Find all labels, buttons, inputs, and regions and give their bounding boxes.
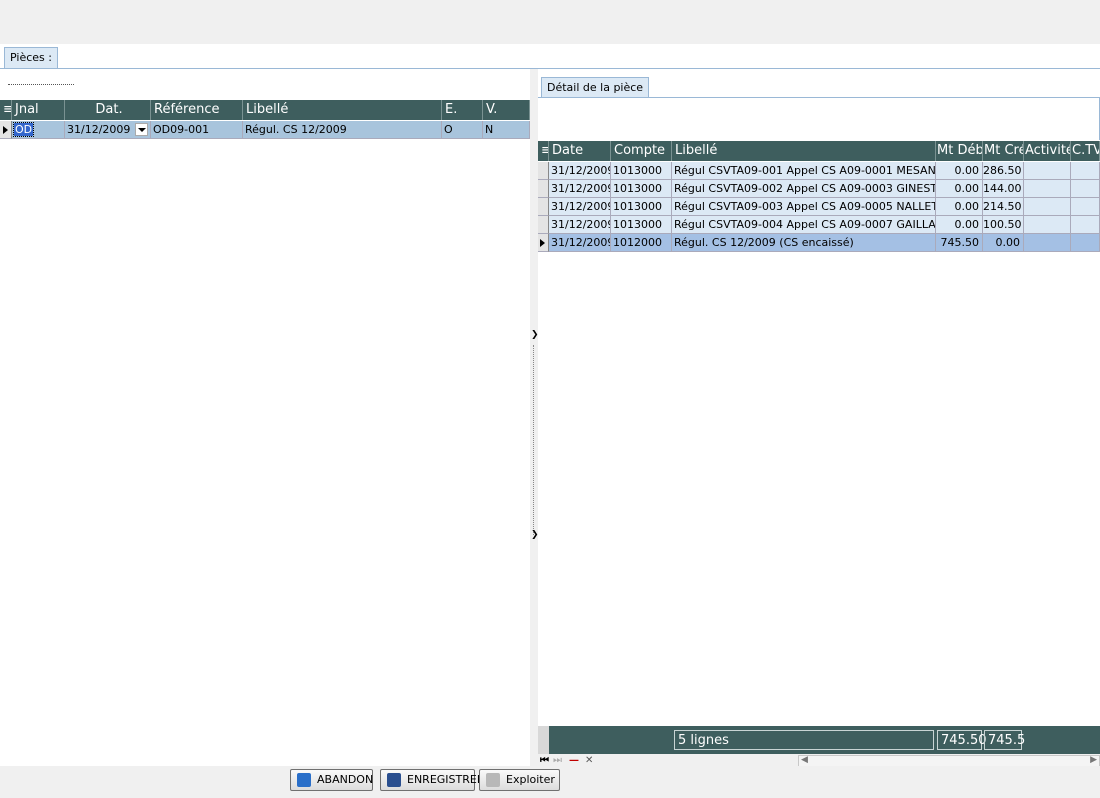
abandon-button[interactable]: ABANDON	[290, 769, 373, 791]
cell-credit[interactable]: 144.00	[983, 180, 1024, 198]
cell-debit[interactable]: 0.00	[936, 162, 983, 180]
cell-compte[interactable]: 1013000	[611, 162, 672, 180]
total-credit: 745.5	[984, 730, 1025, 750]
cell-v[interactable]: N	[483, 121, 530, 139]
column-chooser-icon[interactable]: ≡	[0, 100, 12, 120]
detail-grid-header: ≡ Date Compte Libellé Mt Déb Mt Cré Acti…	[538, 141, 1100, 161]
top-toolbar-area	[0, 0, 1100, 44]
cell-credit[interactable]: 286.50	[983, 162, 1024, 180]
cell-compte[interactable]: 1012000	[611, 234, 672, 252]
row-indicator	[538, 180, 549, 198]
cell-debit[interactable]: 0.00	[936, 216, 983, 234]
cell-libelle[interactable]: Régul. CS 12/2009	[243, 121, 442, 139]
pieces-panel	[0, 69, 530, 766]
cell-ctv[interactable]	[1071, 234, 1100, 252]
cell-date[interactable]: 31/12/2009	[65, 121, 151, 139]
column-header-ctv[interactable]: C.TV	[1071, 141, 1100, 161]
row-indicator	[0, 121, 12, 139]
splitter-grip[interactable]	[533, 345, 535, 535]
cell-date[interactable]: 31/12/2009	[549, 162, 611, 180]
cell-ctv[interactable]	[1071, 180, 1100, 198]
table-row-selected[interactable]: 31/12/2009 1012000 Régul. CS 12/2009 (CS…	[538, 234, 1100, 252]
column-header-e[interactable]: E.	[442, 100, 483, 120]
cell-ctv[interactable]	[1071, 162, 1100, 180]
cell-compte[interactable]: 1013000	[611, 216, 672, 234]
separator	[8, 84, 74, 85]
column-header-mt-deb[interactable]: Mt Déb	[936, 141, 983, 161]
save-button[interactable]: ENREGISTRER	[380, 769, 484, 791]
cell-activite[interactable]	[1024, 198, 1071, 216]
row-indicator	[538, 234, 549, 252]
cell-activite[interactable]	[1024, 180, 1071, 198]
scroll-right-icon[interactable]: ▶	[1090, 755, 1097, 765]
cell-ctv[interactable]	[1071, 216, 1100, 234]
cell-credit[interactable]: 0.00	[983, 234, 1024, 252]
tab-strip	[0, 44, 1100, 69]
row-count: 5 lignes	[674, 730, 934, 750]
cell-credit[interactable]: 214.50	[983, 198, 1024, 216]
row-indicator	[538, 216, 549, 234]
table-row[interactable]: 31/12/2009 1013000 Régul CSVTA09-001 App…	[538, 162, 1100, 180]
cell-compte[interactable]: 1013000	[611, 180, 672, 198]
column-header-libelle[interactable]: Libellé	[672, 141, 936, 161]
cell-ctv[interactable]	[1071, 198, 1100, 216]
pieces-grid-header: ≡ Jnal Dat. Référence Libellé E. V.	[0, 100, 530, 120]
cell-reference[interactable]: OD09-001	[151, 121, 243, 139]
cell-date[interactable]: 31/12/2009	[549, 234, 611, 252]
floppy-disk-icon	[387, 773, 401, 787]
column-header-date[interactable]: Dat.	[65, 100, 151, 120]
column-header-compte[interactable]: Compte	[611, 141, 672, 161]
cell-libelle[interactable]: Régul CSVTA09-001 Appel CS A09-0001 MESA…	[672, 162, 936, 180]
total-debit: 745.50	[937, 730, 987, 750]
cell-date[interactable]: 31/12/2009	[549, 216, 611, 234]
column-header-v[interactable]: V.	[483, 100, 530, 120]
cell-compte[interactable]: 1013000	[611, 198, 672, 216]
date-dropdown-button[interactable]	[135, 123, 148, 136]
printer-icon	[486, 773, 500, 787]
column-header-date[interactable]: Date	[549, 141, 611, 161]
scroll-left-icon[interactable]: ◀	[801, 755, 808, 765]
cell-libelle[interactable]: Régul. CS 12/2009 (CS encaissé)	[672, 234, 936, 252]
cell-libelle[interactable]: Régul CSVTA09-003 Appel CS A09-0005 NALL…	[672, 198, 936, 216]
column-header-libelle[interactable]: Libellé	[243, 100, 442, 120]
cell-libelle[interactable]: Régul CSVTA09-002 Appel CS A09-0003 GINE…	[672, 180, 936, 198]
footer-indicator	[538, 726, 549, 754]
table-row[interactable]: 31/12/2009 1013000 Régul CSVTA09-003 App…	[538, 198, 1100, 216]
table-row[interactable]: OD 31/12/2009 OD09-001 Régul. CS 12/2009…	[0, 121, 530, 139]
column-header-reference[interactable]: Référence	[151, 100, 243, 120]
detail-header-area	[538, 98, 1100, 140]
column-header-jnal[interactable]: Jnal	[12, 100, 65, 120]
column-header-mt-cre[interactable]: Mt Cré	[983, 141, 1024, 161]
row-indicator	[538, 162, 549, 180]
cell-jnal[interactable]: OD	[12, 121, 65, 139]
cell-debit[interactable]: 0.00	[936, 198, 983, 216]
cell-debit[interactable]: 745.50	[936, 234, 983, 252]
cell-debit[interactable]: 0.00	[936, 180, 983, 198]
column-chooser-icon[interactable]: ≡	[538, 141, 549, 161]
cell-activite[interactable]	[1024, 234, 1071, 252]
column-header-activite[interactable]: Activité	[1024, 141, 1071, 161]
cell-date[interactable]: 31/12/2009	[549, 180, 611, 198]
tab-detail-piece[interactable]: Détail de la pièce	[541, 77, 650, 98]
tab-pieces[interactable]: Pièces :	[4, 47, 58, 68]
undo-icon	[297, 773, 311, 787]
chevron-down-icon	[138, 128, 146, 132]
cell-credit[interactable]: 100.50	[983, 216, 1024, 234]
table-row[interactable]: 31/12/2009 1013000 Régul CSVTA09-002 App…	[538, 180, 1100, 198]
cell-activite[interactable]	[1024, 162, 1071, 180]
cell-e[interactable]: O	[442, 121, 483, 139]
exploit-button[interactable]: Exploiter	[479, 769, 560, 791]
row-indicator	[538, 198, 549, 216]
cell-activite[interactable]	[1024, 216, 1071, 234]
table-row[interactable]: 31/12/2009 1013000 Régul CSVTA09-004 App…	[538, 216, 1100, 234]
cell-libelle[interactable]: Régul CSVTA09-004 Appel CS A09-0007 GAIL…	[672, 216, 936, 234]
cell-date[interactable]: 31/12/2009	[549, 198, 611, 216]
